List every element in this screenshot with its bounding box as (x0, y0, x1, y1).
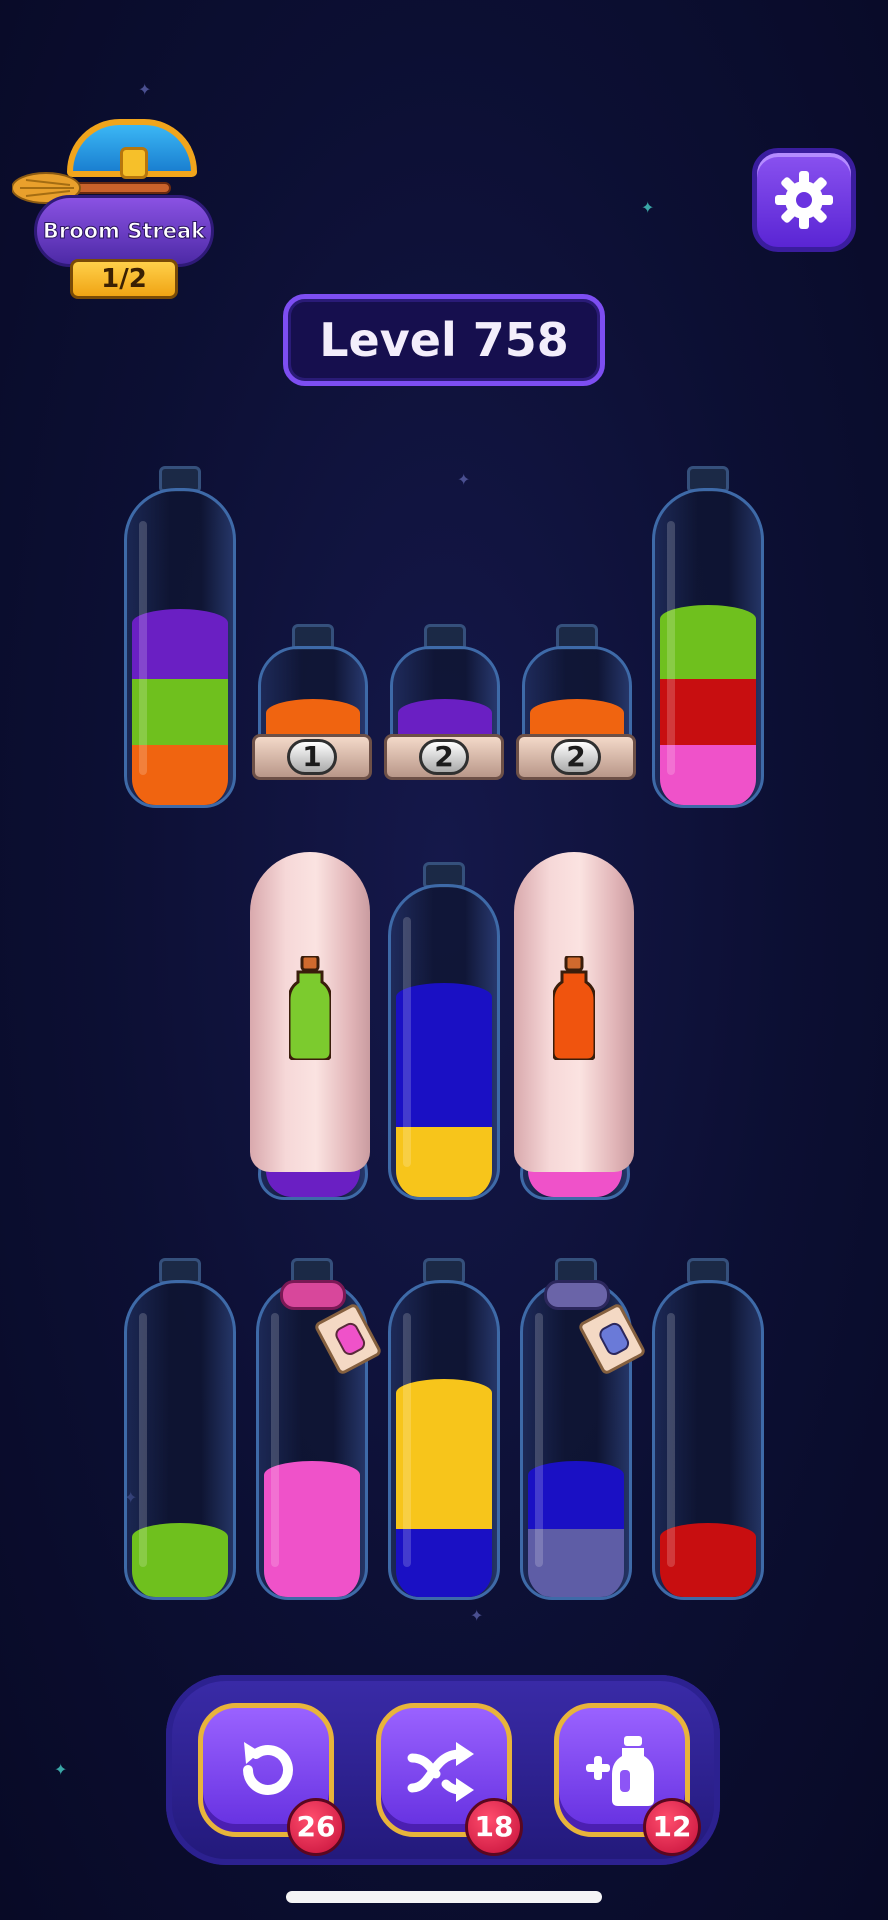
star-decoration: ✦ (641, 198, 655, 217)
cloth-cover (250, 852, 370, 1172)
bottle-glass (124, 488, 236, 808)
bottle-glass (652, 488, 764, 808)
bottle-tall-left[interactable] (124, 466, 236, 808)
bottle-glass (124, 1280, 236, 1600)
star-decoration: ✦ (54, 1760, 68, 1779)
streak-count: 1/2 (70, 259, 178, 299)
lock-counter: 2 (419, 739, 469, 775)
bottle-row3-3[interactable] (388, 1258, 500, 1600)
rope-knot-icon (280, 1280, 346, 1310)
bottle-row3-5[interactable] (652, 1258, 764, 1600)
hidden-green-bottle-icon (289, 956, 331, 1060)
rope-knot-icon (544, 1280, 610, 1310)
lock-counter: 2 (551, 739, 601, 775)
lock-pedestal: 1 (252, 734, 372, 780)
star-decoration: ✦ (457, 470, 471, 489)
undo-button[interactable]: 26 (198, 1703, 345, 1856)
settings-button[interactable] (752, 148, 856, 252)
cloth-cover (514, 852, 634, 1172)
home-indicator[interactable] (286, 1891, 602, 1903)
bottle-tall-right[interactable] (652, 466, 764, 808)
streak-label: Broom Streak (42, 219, 206, 244)
shuffle-icon (407, 1742, 474, 1802)
add-bottle-button[interactable]: 12 (554, 1703, 701, 1856)
star-decoration: ✦ (470, 1606, 484, 1625)
bottle-glass (388, 1280, 500, 1600)
broom-streak-widget[interactable]: Broom Streak 1/2 (12, 115, 214, 300)
bottle-middle[interactable] (388, 862, 500, 1200)
lock-counter: 1 (287, 739, 337, 775)
bottle-glass (652, 1280, 764, 1600)
shuffle-button[interactable]: 18 (376, 1703, 523, 1856)
level-title: Level 758 (283, 294, 605, 386)
bottle-glass (388, 884, 500, 1200)
shuffle-count-badge: 18 (465, 1798, 523, 1856)
lock-pedestal: 2 (384, 734, 504, 780)
add-bottle-icon (586, 1736, 654, 1806)
star-decoration: ✦ (138, 80, 152, 99)
gear-icon (775, 171, 833, 229)
lock-pedestal: 2 (516, 734, 636, 780)
undo-icon (243, 1742, 293, 1795)
bottle-row3-1[interactable] (124, 1258, 236, 1600)
hidden-orange-bottle-icon (553, 956, 595, 1060)
add-bottle-count-badge: 12 (643, 1798, 701, 1856)
undo-count-badge: 26 (287, 1798, 345, 1856)
